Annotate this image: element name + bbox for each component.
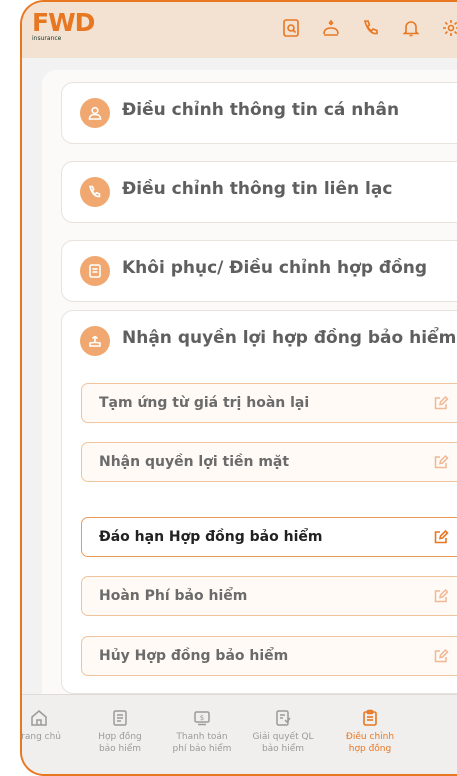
fwd-logo[interactable]: FWD insurance xyxy=(32,8,95,43)
section-title: Khôi phục/ Điều chỉnh hợp đồng xyxy=(122,258,428,278)
adjust-contract-icon xyxy=(363,709,377,726)
benefit-item-label: Nhận quyền lợi tiền mặt xyxy=(99,454,290,470)
edit-icon[interactable] xyxy=(433,529,449,545)
section-receive-benefits: Nhận quyền lợi hợp đồng bảo hiểm Tạm ứng… xyxy=(61,310,457,694)
section-header[interactable]: Điều chỉnh thông tin liên lạc xyxy=(62,162,457,222)
nav-item-home[interactable]: Trang chủ xyxy=(20,709,74,743)
benefit-item-premium-refund[interactable]: Hoàn Phí bảo hiểm xyxy=(81,576,457,616)
bell-icon[interactable] xyxy=(401,18,421,38)
section-header[interactable]: Khôi phục/ Điều chỉnh hợp đồng xyxy=(62,241,457,301)
section-header[interactable]: Điều chỉnh thông tin cá nhân xyxy=(62,83,457,143)
section-header[interactable]: Nhận quyền lợi hợp đồng bảo hiểm xyxy=(62,311,457,371)
benefit-item-label: Hủy Hợp đồng bảo hiểm xyxy=(99,648,289,664)
nav-item-adjust-contract[interactable]: Điều chỉnh hợp đồng xyxy=(335,709,405,755)
edit-icon[interactable] xyxy=(433,588,449,604)
nav-label: Thanh toán xyxy=(176,732,228,742)
section-title: Nhận quyền lợi hợp đồng bảo hiểm xyxy=(122,328,457,348)
edit-icon[interactable] xyxy=(433,454,449,470)
nav-item-claims[interactable]: Giải quyết QL bảo hiểm xyxy=(248,709,318,755)
top-bar: FWD insurance xyxy=(22,2,457,58)
gear-icon[interactable] xyxy=(441,18,457,38)
content-area: Điều chỉnh thông tin cá nhân Điều chỉnh … xyxy=(22,58,457,694)
edit-icon[interactable] xyxy=(433,395,449,411)
nav-label: Điều chỉnh xyxy=(345,732,395,742)
benefit-item-surrender-advance[interactable]: Tạm ứng từ giá trị hoàn lại xyxy=(81,383,457,423)
phone-frame: FWD insurance Điều chỉnh thông tin cá nh… xyxy=(20,0,457,776)
payment-icon: $ xyxy=(194,711,210,726)
user-icon xyxy=(80,98,110,128)
adjust-contract-panel: Điều chỉnh thông tin cá nhân Điều chỉnh … xyxy=(42,70,457,694)
nav-label: bảo hiểm xyxy=(98,744,142,754)
nav-label: Hợp đồng xyxy=(98,732,142,742)
benefit-item-cancel-contract[interactable]: Hủy Hợp đồng bảo hiểm xyxy=(81,636,457,676)
nav-label: hợp đồng xyxy=(348,744,392,754)
nav-item-payment[interactable]: $ Thanh toán phí bảo hiểm xyxy=(167,709,237,755)
benefit-item-maturity[interactable]: Đáo hạn Hợp đồng bảo hiểm xyxy=(81,517,457,557)
nav-label: phí bảo hiểm xyxy=(172,744,232,754)
bottom-navigation: Trang chủ Hợp đồng bảo hiểm $ Thanh toán… xyxy=(20,694,457,774)
nav-label: Giải quyết QL xyxy=(252,732,314,742)
benefit-item-cash-benefit[interactable]: Nhận quyền lợi tiền mặt xyxy=(81,442,457,482)
phone-icon xyxy=(80,177,110,207)
contract-icon xyxy=(113,710,127,726)
claim-icon xyxy=(276,710,291,726)
section-restore-contract[interactable]: Khôi phục/ Điều chỉnh hợp đồng xyxy=(61,240,457,302)
nav-label: bảo hiểm xyxy=(261,744,305,754)
section-personal-info[interactable]: Điều chỉnh thông tin cá nhân xyxy=(61,82,457,144)
section-title: Điều chỉnh thông tin cá nhân xyxy=(122,100,400,120)
edit-icon[interactable] xyxy=(433,648,449,664)
phone-icon[interactable] xyxy=(361,18,381,38)
benefit-icon xyxy=(80,326,110,356)
nav-item-contracts[interactable]: Hợp đồng bảo hiểm xyxy=(85,709,155,755)
user-heart-icon[interactable] xyxy=(321,18,341,38)
section-title: Điều chỉnh thông tin liên lạc xyxy=(122,179,393,199)
svg-text:$: $ xyxy=(200,714,204,722)
section-contact-info[interactable]: Điều chỉnh thông tin liên lạc xyxy=(61,161,457,223)
nav-label: Trang chủ xyxy=(20,732,62,742)
benefit-item-label: Đáo hạn Hợp đồng bảo hiểm xyxy=(99,529,323,545)
benefit-item-label: Hoàn Phí bảo hiểm xyxy=(99,588,248,604)
logo-text: FWD xyxy=(32,8,95,37)
document-search-icon[interactable] xyxy=(281,18,301,38)
document-icon xyxy=(80,256,110,286)
home-icon xyxy=(31,710,47,726)
benefit-item-label: Tạm ứng từ giá trị hoàn lại xyxy=(99,395,310,411)
